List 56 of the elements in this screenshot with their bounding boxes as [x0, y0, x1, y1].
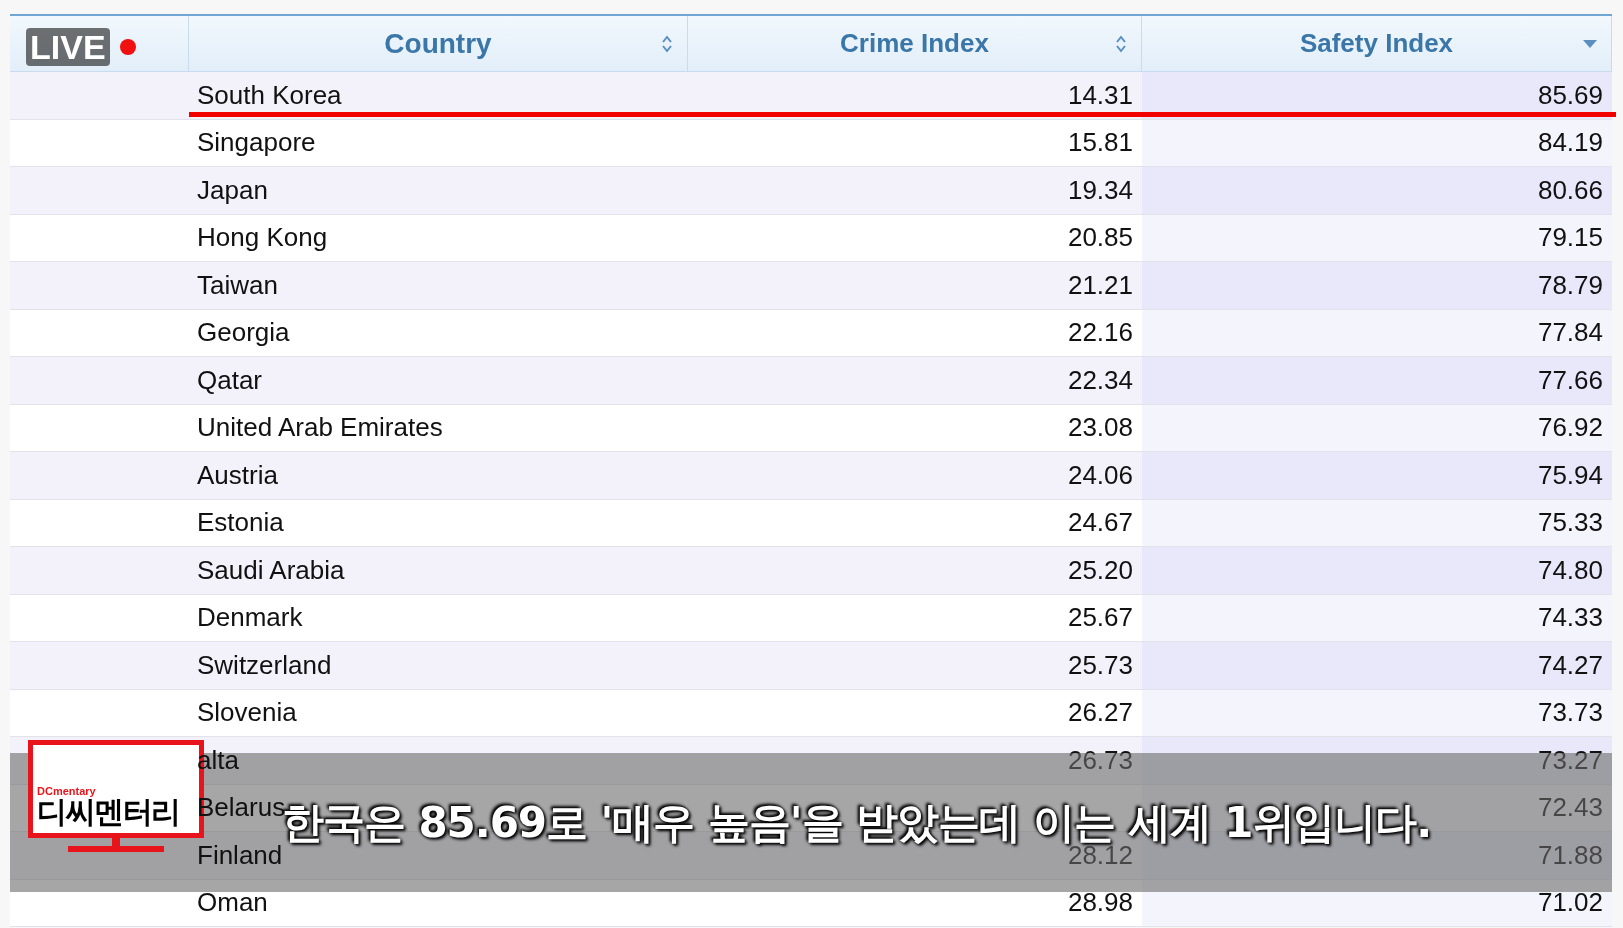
column-header[interactable]: Crime Index: [688, 16, 1142, 71]
crime-index-cell-text: 19.34: [1067, 173, 1133, 207]
safety-index-cell-text: 77.66: [1537, 363, 1603, 397]
country-cell-text: Denmark: [197, 601, 303, 635]
safety-index-cell-text: 71.02: [1537, 886, 1603, 920]
crime-index-cell-text: 22.16: [1067, 316, 1133, 350]
crime-index-cell-text: 25.20: [1067, 553, 1133, 587]
country-cell-text: United Arab Emirates: [197, 411, 443, 445]
safety-index-cell-text: 71.88: [1537, 838, 1603, 872]
safety-index-cell-text: 72.43: [1537, 791, 1603, 825]
country-cell-text: Estonia: [197, 506, 284, 540]
country-cell-text: Georgia: [197, 316, 290, 350]
safety-index-cell-text: 74.27: [1537, 648, 1603, 682]
live-label: LIVE: [26, 28, 110, 66]
safety-index-cell-text: 73.73: [1537, 696, 1603, 730]
country-cell-text: Switzerland: [197, 648, 332, 682]
country-cell-text: Austria: [197, 458, 278, 492]
safety-index-cell-text: 84.19: [1537, 126, 1603, 160]
crime-index-cell-text: 28.98: [1067, 886, 1133, 920]
crime-index-cell-text: 25.67: [1067, 601, 1133, 635]
country-cell-text: Taiwan: [197, 268, 278, 302]
country-cell-text: Singapore: [197, 126, 316, 160]
crime-index-cell-text: 15.81: [1067, 126, 1133, 160]
crime-index-cell-text: 14.31: [1067, 78, 1133, 112]
country-cell-text: Japan: [197, 173, 268, 207]
crime-index-cell-text: 20.85: [1067, 221, 1133, 255]
crime-index-cell-text: 24.67: [1067, 506, 1133, 540]
safety-index-cell-text: 73.27: [1537, 743, 1603, 777]
safety-index-cell-text: 77.84: [1537, 316, 1603, 350]
safety-index-cell-text: 74.33: [1537, 601, 1603, 635]
crime-index-cell-text: 26.73: [1067, 743, 1133, 777]
crime-index-cell-text: 25.73: [1067, 648, 1133, 682]
safety-index-cell-text: 75.33: [1537, 506, 1603, 540]
country-cell-text: Slovenia: [197, 696, 297, 730]
safety-index-cell-text: 85.69: [1537, 78, 1603, 112]
country-cell-text: Hong Kong: [197, 221, 328, 255]
crime-index-cell-text: 21.21: [1067, 268, 1133, 302]
safety-index-cell-text: 74.80: [1537, 553, 1603, 587]
country-cell-text: Saudi Arabia: [197, 553, 345, 587]
country-cell-text: Qatar: [197, 363, 263, 397]
safety-index-cell-text: 79.15: [1537, 221, 1603, 255]
safety-index-cell-text: 78.79: [1537, 268, 1603, 302]
crime-index-cell-text: 24.06: [1067, 458, 1133, 492]
safety-index-cell-text: 76.92: [1537, 411, 1603, 445]
safety-index-cell-text: 80.66: [1537, 173, 1603, 207]
column-header[interactable]: Country: [189, 16, 688, 71]
safety-index-cell-text: 75.94: [1537, 458, 1603, 492]
crime-index-cell-text: 23.08: [1067, 411, 1133, 445]
logo-tagline: DCmentary: [37, 786, 97, 797]
crime-index-cell-text: 22.34: [1067, 363, 1133, 397]
crime-index-cell-text: 26.27: [1067, 696, 1133, 730]
column-header[interactable]: Safety Index: [1142, 16, 1612, 71]
logo-title: 디씨멘터리: [37, 797, 181, 827]
country-cell-text: Oman: [197, 886, 268, 920]
country-cell-text: Finland: [197, 838, 283, 872]
country-cell-text: South Korea: [197, 78, 342, 112]
